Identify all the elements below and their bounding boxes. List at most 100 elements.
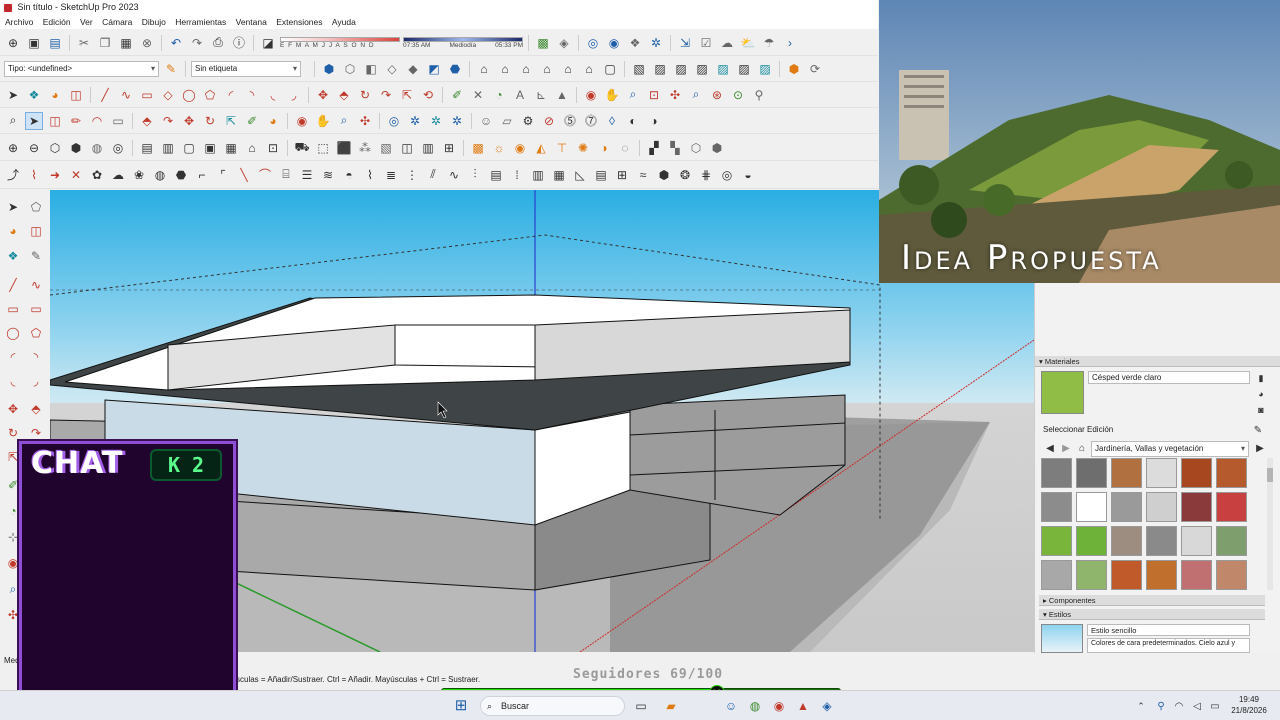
menu-ver[interactable]: Ver (80, 17, 93, 27)
rotated-rect-icon[interactable]: ◇ (159, 86, 177, 104)
ext-slope-icon[interactable]: ◺ (571, 166, 589, 184)
left-rect-icon[interactable]: ▭ (4, 300, 22, 318)
menu-edicion[interactable]: Edición (43, 17, 71, 27)
material-swatch[interactable] (1146, 458, 1177, 488)
left-move-icon[interactable]: ✥ (4, 400, 22, 418)
ext-flower2-icon[interactable]: ❀ (130, 166, 148, 184)
left-circle-icon[interactable]: ◯ (4, 324, 22, 342)
tab-select[interactable]: Seleccionar (1043, 425, 1085, 434)
arc3-icon[interactable]: ◟ (264, 86, 282, 104)
left-freehand-icon[interactable]: ∿ (27, 276, 45, 294)
model-info-icon[interactable]: ⓘ (230, 34, 248, 52)
share-model-icon[interactable]: ◉ (605, 34, 623, 52)
protractor-icon[interactable]: ◔ (490, 86, 508, 104)
menu-camara[interactable]: Cámara (102, 17, 132, 27)
tape-measure-icon[interactable]: ✐ (448, 86, 466, 104)
type-dropdown[interactable]: Tipo: <undefined> (4, 60, 159, 77)
tag-dropdown[interactable]: Sin etiqueta (191, 60, 301, 77)
tab-edit[interactable]: Edición (1087, 425, 1113, 434)
lock-icon[interactable]: ⊡ (264, 139, 282, 157)
open-folder-icon[interactable]: ▣ (25, 34, 43, 52)
stair-icon[interactable]: ▤ (138, 139, 156, 157)
ext-spiral-icon[interactable]: ◎ (718, 166, 736, 184)
grid-icon[interactable]: ⊞ (440, 139, 458, 157)
eyedropper-icon[interactable]: ✎ (1249, 421, 1267, 439)
folder-icon[interactable]: ▱ (498, 112, 516, 130)
offset-icon[interactable]: ⟲ (419, 86, 437, 104)
cube-icon[interactable]: ⬛ (335, 139, 353, 157)
extension-warehouse-icon[interactable]: ❖ (626, 34, 644, 52)
left-rotrect-icon[interactable]: ▭ (27, 300, 45, 318)
paint-tool-icon[interactable]: ◕ (264, 112, 282, 130)
scale-icon[interactable]: ⇱ (398, 86, 416, 104)
ext-cube-icon[interactable]: ⬢ (655, 166, 673, 184)
dynamic-component-icon[interactable]: ✲ (406, 112, 424, 130)
style-description[interactable]: Colores de cara predeterminados. Cielo a… (1087, 638, 1250, 653)
hidden-line-icon[interactable]: ⌂ (496, 60, 514, 78)
ext-stack-icon[interactable]: ⫶ (466, 166, 484, 184)
scene-6-icon[interactable]: ▨ (756, 60, 774, 78)
styles-header[interactable]: ▾ Estilos (1039, 609, 1265, 620)
left-line-icon[interactable]: ╱ (4, 276, 22, 294)
scene-1-icon[interactable]: ▨ (651, 60, 669, 78)
material-swatch[interactable] (1216, 492, 1247, 522)
pan-icon[interactable]: ✋ (603, 86, 621, 104)
scene-3-icon[interactable]: ▨ (693, 60, 711, 78)
zoom2-tool-icon[interactable]: ⌕ (335, 112, 353, 130)
ext-shell2-icon[interactable]: ◒ (739, 166, 757, 184)
tray-overflow-icon[interactable]: ⌃ (1132, 697, 1150, 715)
group-icon[interactable]: ▞ (645, 139, 663, 157)
solid-union-icon[interactable]: ⊕ (4, 139, 22, 157)
material-swatch[interactable] (1111, 526, 1142, 556)
ext-line-icon[interactable]: ╲ (235, 166, 253, 184)
volume-icon[interactable]: ◁ (1188, 697, 1206, 715)
polygon-icon[interactable]: ⬠ (201, 86, 219, 104)
eraser-icon[interactable]: ◫ (67, 86, 85, 104)
sphere-icon[interactable]: ◌ (616, 139, 634, 157)
pushpull-tool-icon[interactable]: ⬘ (138, 112, 156, 130)
shadow-time-slider[interactable]: 07:35 AM Mediodía 05:33 PM (403, 36, 523, 49)
chrome-icon[interactable]: ◉ (770, 697, 788, 715)
solid-split-icon[interactable]: ⬢ (67, 139, 85, 157)
battery-icon[interactable]: ▭ (1206, 697, 1224, 715)
library-dropdown[interactable]: Jardinería, Vallas y vegetación (1091, 441, 1249, 457)
ext-panel-icon[interactable]: ▤ (487, 166, 505, 184)
windows-start-icon[interactable]: ⊞ (452, 696, 470, 714)
material-swatch[interactable] (1076, 458, 1107, 488)
ext-wave-icon[interactable]: ≋ (319, 166, 337, 184)
light-icon[interactable]: ☼ (490, 139, 508, 157)
refresh-icon[interactable]: ⟳ (806, 60, 824, 78)
axes-icon[interactable]: ⊾ (532, 86, 550, 104)
followme-tool-icon[interactable]: ↷ (159, 112, 177, 130)
material-swatch[interactable] (1076, 560, 1107, 590)
material-swatch[interactable] (1111, 560, 1142, 590)
sandbox-icon[interactable]: ◎ (385, 112, 403, 130)
look-around-icon[interactable]: ⊙ (729, 86, 747, 104)
ext-polyline-icon[interactable]: ⌇ (25, 166, 43, 184)
shape-tool-icon[interactable]: ▭ (109, 112, 127, 130)
position-camera-icon[interactable]: ⊛ (708, 86, 726, 104)
material-swatch[interactable] (1041, 560, 1072, 590)
left-rotate-icon[interactable]: ↻ (4, 424, 22, 442)
top-view-icon[interactable]: ⬡ (341, 60, 359, 78)
lamp-icon[interactable]: ⊤ (553, 139, 571, 157)
window-tool-icon[interactable]: ▢ (180, 139, 198, 157)
arc2-icon[interactable]: ◝ (243, 86, 261, 104)
paint-bucket-icon[interactable]: ◕ (46, 86, 64, 104)
components-header[interactable]: ▸ Componentes (1039, 595, 1265, 606)
undo-icon[interactable]: ↶ (167, 34, 185, 52)
redo-icon[interactable]: ↷ (188, 34, 206, 52)
grass-icon[interactable]: ⁂ (356, 139, 374, 157)
details-arrow-icon[interactable]: ▶ (1251, 439, 1269, 457)
left-component-icon[interactable]: ❖ (4, 247, 22, 265)
cloud-sync-icon[interactable]: ⛅ (739, 34, 757, 52)
solid-cube-icon[interactable]: ⬢ (708, 139, 726, 157)
spot-icon[interactable]: ◭ (532, 139, 550, 157)
arc-icon[interactable]: ◜ (222, 86, 240, 104)
warehouse-icon[interactable]: ◎ (584, 34, 602, 52)
left-view-icon[interactable]: ◩ (425, 60, 443, 78)
door-icon[interactable]: ▣ (201, 139, 219, 157)
rotate-tool-icon[interactable]: ↻ (201, 112, 219, 130)
ext-stack2-icon[interactable]: ▤ (592, 166, 610, 184)
export-icon[interactable]: ⇲ (676, 34, 694, 52)
